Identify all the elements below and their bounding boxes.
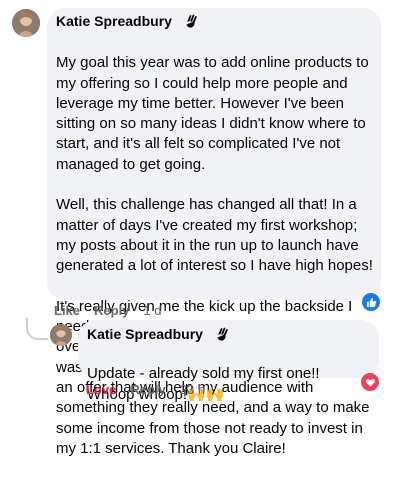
wave-badge-icon[interactable]: [215, 326, 231, 342]
reply-button[interactable]: Reply: [130, 382, 165, 397]
thumbs-up-icon[interactable]: [360, 291, 382, 313]
wave-badge-icon[interactable]: [184, 13, 200, 29]
comment-paragraph: Well, this challenge has changed all tha…: [56, 196, 373, 275]
comment-timestamp[interactable]: 1 d: [143, 303, 161, 318]
reply-timestamp[interactable]: 23 h: [180, 382, 205, 397]
reply-button[interactable]: Reply: [94, 303, 129, 318]
avatar[interactable]: [12, 9, 40, 37]
like-button[interactable]: Like: [54, 303, 80, 318]
reply-author[interactable]: Katie Spreadbury: [87, 326, 203, 342]
reply-bubble: Katie Spreadbury Update - already sold m…: [78, 320, 379, 403]
love-button[interactable]: Love: [86, 382, 116, 397]
heart-icon[interactable]: [359, 371, 381, 393]
comment-paragraph: My goal this year was to add online prod…: [56, 54, 369, 173]
comment-actions: Like Reply 1 d: [54, 303, 162, 318]
comment-bubble: Katie Spreadbury My goal this year was t…: [47, 8, 381, 457]
comment-author[interactable]: Katie Spreadbury: [56, 13, 172, 29]
avatar[interactable]: [50, 324, 72, 346]
reply-actions: Love Reply 23 h: [86, 382, 205, 397]
thread-connector: [26, 318, 48, 340]
